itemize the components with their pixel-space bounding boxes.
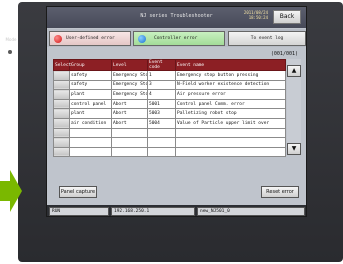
table-row[interactable]: plant Abort 5003 Palletizing robot stop xyxy=(53,108,286,119)
table-row[interactable]: plant Emergency Stop 4 Air pressure error xyxy=(53,89,286,100)
title-bar: NJ series Troubleshooter 2011/08/24 18:5… xyxy=(47,7,306,28)
mode-label: Mode xyxy=(5,37,17,42)
row-select-button[interactable] xyxy=(53,89,70,100)
table-cell: 3 xyxy=(147,79,176,91)
table-cell: Emergency stop button pressing xyxy=(175,70,286,81)
table-row[interactable]: control panel Abort 5001 Control panel Comm… xyxy=(53,98,286,110)
time-text: 18:50:24 xyxy=(248,15,268,20)
column-header: Event name xyxy=(175,59,286,71)
table-cell: Palletizing robot stop xyxy=(175,108,286,119)
table-cell: 5001 xyxy=(147,98,176,110)
table-cell: Abort xyxy=(111,117,148,129)
row-select-button[interactable] xyxy=(53,108,70,119)
tab-controller-error[interactable]: Controller error xyxy=(133,31,225,46)
row-select-button[interactable] xyxy=(53,70,70,81)
table-cell: 1 xyxy=(147,70,176,81)
arrow-icon xyxy=(0,170,22,212)
table-cell xyxy=(111,137,148,148)
tab-row: User-defined error Controller error To e… xyxy=(47,29,306,47)
table-cell xyxy=(69,146,112,158)
table-cell xyxy=(111,146,148,158)
table-cell: safety xyxy=(69,79,112,91)
table-cell: 4 xyxy=(147,89,176,100)
table-cell: 5004 xyxy=(147,117,176,129)
table-row[interactable]: air condition Abort 5004 Value of Particle … xyxy=(53,117,286,129)
table-cell xyxy=(111,127,148,139)
table-cell: Value of Particle upper limit over xyxy=(175,117,286,129)
event-table: Select Group Level Event code Event name… xyxy=(53,59,286,158)
datetime-display: 2011/08/24 18:50:24 xyxy=(244,10,268,20)
table-cell: Air pressure error xyxy=(175,89,286,100)
scroll-down-button[interactable]: ▼ xyxy=(287,143,301,155)
row-select-button[interactable] xyxy=(53,146,70,158)
tab-user-defined-error[interactable]: User-defined error xyxy=(49,31,131,46)
red-indicator-icon xyxy=(54,35,62,43)
row-select-button[interactable] xyxy=(53,98,70,110)
row-select-button[interactable] xyxy=(53,137,70,148)
table-cell: N-Field worker existence detection xyxy=(175,79,286,91)
table-cell: Emergency Stop xyxy=(111,89,148,100)
tab-label: User-defined error xyxy=(66,36,115,41)
table-cell xyxy=(175,137,286,148)
reset-error-button[interactable]: Reset error xyxy=(261,186,299,198)
table-cell xyxy=(69,127,112,139)
table-cell: Abort xyxy=(111,108,148,119)
table-cell xyxy=(175,127,286,139)
table-row[interactable] xyxy=(53,146,286,158)
table-cell: Control panel Comm. error xyxy=(175,98,286,110)
table-cell: Abort xyxy=(111,98,148,110)
status-controller-name: new_NJ501_0 xyxy=(197,207,305,216)
to-event-log-button[interactable]: To event log xyxy=(228,31,306,46)
table-cell: 5003 xyxy=(147,108,176,119)
table-cell: safety xyxy=(69,70,112,81)
table-header-row: Select Group Level Event code Event name xyxy=(53,59,286,71)
blue-indicator-icon xyxy=(138,35,146,43)
tab-label: Controller error xyxy=(154,36,198,41)
table-cell xyxy=(147,137,176,148)
event-count: (001/001) xyxy=(270,51,298,57)
status-bar: RUN 192.168.250.1 new_NJ501_0 xyxy=(47,205,306,216)
column-header: Level xyxy=(111,59,148,71)
table-cell: plant xyxy=(69,89,112,100)
table-row[interactable]: safety Emergency Stop 3 N-Field worker exis… xyxy=(53,79,286,91)
column-header: Group xyxy=(69,59,112,71)
row-select-button[interactable] xyxy=(53,79,70,91)
table-row[interactable] xyxy=(53,127,286,139)
table-cell: plant xyxy=(69,108,112,119)
table-cell: control panel xyxy=(69,98,112,110)
table-cell xyxy=(147,127,176,139)
hmi-screen: NJ series Troubleshooter 2011/08/24 18:5… xyxy=(46,6,307,217)
column-header: Select xyxy=(53,59,71,71)
status-led-icon xyxy=(8,50,12,54)
table-row[interactable] xyxy=(53,137,286,148)
back-button[interactable]: Back xyxy=(273,10,301,24)
status-mode: RUN xyxy=(49,207,109,216)
column-header: Event code xyxy=(147,59,176,71)
table-cell xyxy=(147,146,176,158)
table-cell: Emergency Stop xyxy=(111,79,148,91)
panel-capture-button[interactable]: Panel capture xyxy=(59,186,97,198)
row-select-button[interactable] xyxy=(53,117,70,129)
row-select-button[interactable] xyxy=(53,127,70,139)
table-cell xyxy=(175,146,286,158)
scrollbar[interactable]: ▲ ▼ xyxy=(287,59,301,155)
table-cell: Emergency Stop xyxy=(111,70,148,81)
table-row[interactable]: safety Emergency Stop 1 Emergency stop butt… xyxy=(53,70,286,81)
scroll-up-button[interactable]: ▲ xyxy=(287,65,301,77)
table-cell xyxy=(69,137,112,148)
table-cell: air condition xyxy=(69,117,112,129)
status-ip: 192.168.250.1 xyxy=(111,207,195,216)
